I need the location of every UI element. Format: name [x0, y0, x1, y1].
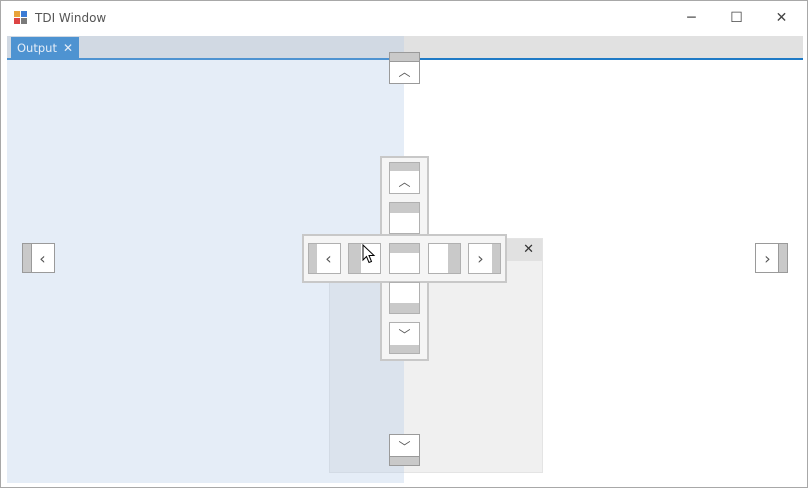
dock-right-edge-indicator[interactable]: ›: [755, 243, 788, 273]
dock-top-edge-indicator[interactable]: ︿: [389, 52, 420, 84]
dock-arrow-icon: ︿: [398, 64, 411, 79]
dock-guide-cross: ︿ ﹀ ‹ ›: [302, 156, 507, 361]
dock-bottom-inner[interactable]: [389, 282, 420, 314]
minimize-icon: ─: [687, 10, 696, 26]
dock-right-inner[interactable]: [428, 243, 461, 274]
maximize-button[interactable]: ☐: [714, 1, 759, 35]
dock-bottom-edge-indicator[interactable]: ﹀: [389, 434, 420, 466]
close-icon: ✕: [775, 10, 788, 26]
dock-top-inner[interactable]: [389, 202, 420, 234]
dock-arrow-icon: ‹: [325, 249, 332, 268]
dock-arrow-icon: ﹀: [398, 439, 411, 454]
dock-arrow-icon: ›: [764, 248, 771, 268]
dock-center-tab[interactable]: [389, 243, 420, 274]
title-bar[interactable]: TDI Window ─ ☐ ✕: [1, 1, 807, 35]
dock-left-outer[interactable]: ‹: [308, 243, 341, 274]
dock-top-outer[interactable]: ︿: [389, 162, 420, 194]
app-icon: [14, 11, 28, 25]
mouse-pointer-icon: [362, 244, 376, 264]
window-title: TDI Window: [35, 11, 107, 25]
floating-document-close-icon[interactable]: ✕: [523, 242, 534, 257]
close-button[interactable]: ✕: [759, 1, 804, 35]
maximize-icon: ☐: [730, 10, 743, 26]
dock-arrow-icon: ›: [477, 249, 484, 268]
dock-arrow-icon: ﹀: [398, 327, 411, 342]
dock-right-outer[interactable]: ›: [468, 243, 501, 274]
dock-left-edge-indicator[interactable]: ‹: [22, 243, 55, 273]
dock-arrow-icon: ‹: [39, 248, 46, 268]
dock-bottom-outer[interactable]: ﹀: [389, 322, 420, 354]
dock-arrow-icon: ︿: [398, 174, 411, 189]
minimize-button[interactable]: ─: [669, 1, 714, 35]
